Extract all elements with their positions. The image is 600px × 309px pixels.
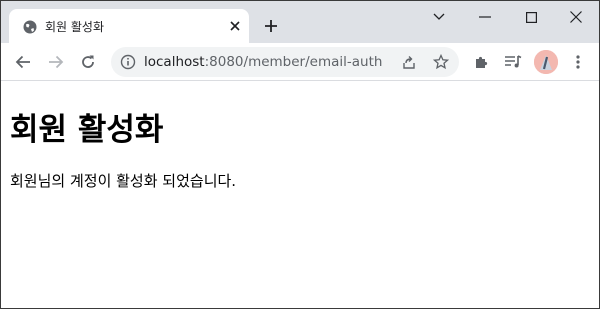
site-info-icon[interactable]: [120, 54, 136, 70]
forward-arrow-icon[interactable]: [46, 52, 66, 72]
activation-message: 회원님의 계정이 활성화 되었습니다.: [10, 172, 237, 190]
globe-icon: [23, 19, 37, 34]
address-bar[interactable]: localhost:8080/member/email-auth: [111, 47, 459, 77]
tab-search-chevron-down-icon[interactable]: [427, 7, 451, 27]
browser-window: 회원 활성화 localhost:8080/member/email-auth …: [0, 0, 600, 309]
bookmark-star-icon[interactable]: [432, 53, 450, 70]
minimize-icon[interactable]: [473, 7, 497, 27]
page-heading: 회원 활성화: [10, 112, 164, 148]
url-path: :8080/member/email-auth: [204, 54, 383, 70]
profile-avatar[interactable]: [534, 50, 558, 74]
close-icon[interactable]: [227, 18, 243, 34]
page-content: 회원 활성화 회원님의 계정이 활성화 되었습니다.: [1, 82, 599, 308]
browser-toolbar: localhost:8080/member/email-auth: [1, 43, 599, 81]
share-icon[interactable]: [401, 54, 417, 70]
window-close-icon[interactable]: [564, 7, 588, 27]
url-text[interactable]: localhost:8080/member/email-auth: [144, 54, 382, 70]
browser-tab[interactable]: 회원 활성화: [9, 9, 249, 43]
extensions-puzzle-icon[interactable]: [471, 52, 491, 72]
maximize-icon[interactable]: [519, 7, 543, 27]
tab-title: 회원 활성화: [45, 20, 105, 34]
new-tab-plus-icon[interactable]: [261, 16, 281, 36]
more-menu-icon[interactable]: [568, 52, 588, 72]
back-arrow-icon[interactable]: [13, 52, 33, 72]
url-host: localhost: [144, 54, 205, 70]
media-playlist-icon[interactable]: [503, 52, 523, 72]
reload-icon[interactable]: [78, 52, 98, 72]
tab-strip: 회원 활성화: [1, 1, 599, 43]
